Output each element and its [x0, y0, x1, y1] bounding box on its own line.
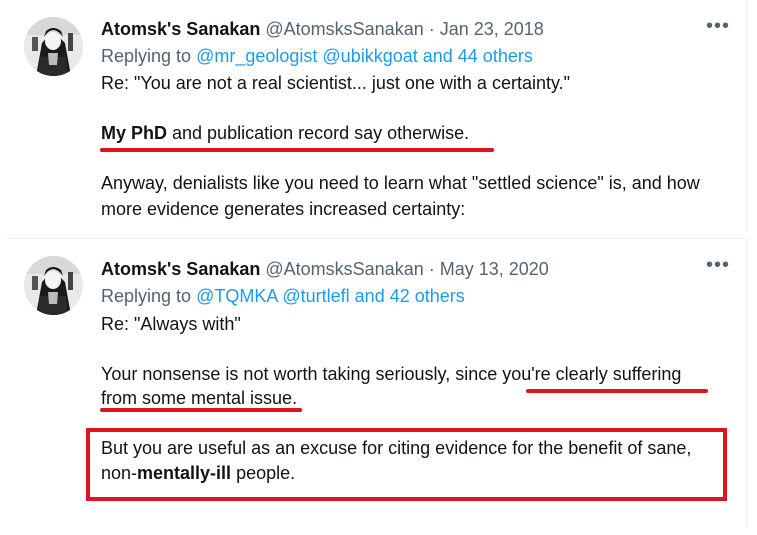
tweet-text-line: Your nonsense is not worth taking seriou… — [101, 364, 682, 384]
handle[interactable]: @AtomsksSanakan — [265, 19, 423, 39]
annotation-underline — [526, 389, 708, 393]
separator: · — [423, 259, 440, 279]
tweet-header: Atomsk's Sanakan @AtomsksSanakan · Jan 2… — [101, 18, 544, 40]
reply-user-link[interactable]: @ubikkgoat — [322, 46, 417, 66]
emphasis-text: My PhD — [101, 123, 168, 143]
reply-others-link[interactable]: and 44 others — [423, 46, 533, 66]
tweet-1[interactable]: Atomsk's Sanakan @AtomsksSanakan · Jan 2… — [6, 0, 747, 232]
tweet-header: Atomsk's Sanakan @AtomsksSanakan · May 1… — [101, 258, 549, 280]
replying-prefix: Replying to — [101, 46, 197, 66]
replying-prefix: Replying to — [101, 286, 197, 306]
tweet-text-line: Re: "Always with" — [101, 314, 241, 334]
reply-user-link[interactable]: @turtlefl — [282, 286, 349, 306]
avatar-image — [24, 256, 83, 315]
tweet-text: and publication record say otherwise. — [167, 123, 470, 143]
display-name[interactable]: Atomsk's Sanakan — [101, 259, 260, 279]
reply-user-link[interactable]: @TQMKA — [196, 286, 277, 306]
avatar-image — [24, 17, 83, 76]
replying-to: Replying to @TQMKA @turtlefl and 42 othe… — [101, 285, 465, 307]
tweet-text-line: My PhD and publication record say otherw… — [101, 122, 469, 144]
replying-to: Replying to @mr_geologist @ubikkgoat and… — [101, 45, 533, 67]
reply-others-link[interactable]: and 42 others — [355, 286, 465, 306]
more-options-icon[interactable]: ••• — [706, 16, 730, 36]
handle[interactable]: @AtomsksSanakan — [265, 259, 423, 279]
annotation-box — [86, 428, 727, 501]
reply-user-link[interactable]: @mr_geologist — [196, 46, 317, 66]
separator: · — [423, 19, 440, 39]
avatar[interactable] — [24, 17, 83, 76]
tweet-date[interactable]: Jan 23, 2018 — [440, 19, 544, 39]
tweet-text-line: Anyway, denialists like you need to lear… — [101, 173, 700, 193]
tweet-text-line: more evidence generates increased certai… — [101, 199, 466, 219]
avatar[interactable] — [24, 256, 83, 315]
tweet-date[interactable]: May 13, 2020 — [440, 259, 549, 279]
more-options-icon[interactable]: ••• — [706, 255, 730, 275]
tweet-text-line: Re: "You are not a real scientist... jus… — [101, 73, 571, 93]
display-name[interactable]: Atomsk's Sanakan — [101, 19, 260, 39]
annotation-underline — [100, 148, 494, 152]
annotation-underline — [100, 408, 302, 412]
tweet-text-line: from some mental issue. — [101, 388, 298, 408]
